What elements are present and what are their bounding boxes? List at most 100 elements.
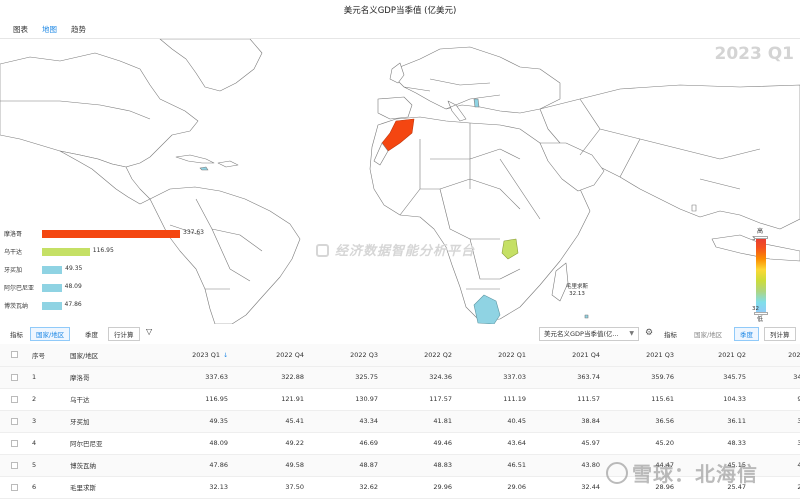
gear-icon[interactable]: ⚙ xyxy=(645,328,653,338)
cell-value: 46.69 xyxy=(308,432,382,455)
cell-value: 32.62 xyxy=(308,476,382,499)
row-checkbox[interactable] xyxy=(10,395,18,403)
row-select-cell[interactable] xyxy=(0,432,28,455)
table-row[interactable]: 4 阿尔巴尼亚 48.09 49.22 46.69 49.46 43.64 45.97 45.2… xyxy=(0,432,800,455)
col-header-2023q1[interactable]: 2023 Q1 ↓ xyxy=(156,344,232,367)
ranking-bar-label: 牙买加 xyxy=(4,267,23,274)
legend-max-handle[interactable] xyxy=(754,236,768,239)
ranking-bar-label: 博茨瓦纳 xyxy=(4,303,29,310)
cell-value: 363.74 xyxy=(530,366,604,389)
indicator-button[interactable]: 指标 xyxy=(4,327,29,341)
cell-value: 324.36 xyxy=(382,366,456,389)
cell-value: 48.33 xyxy=(678,432,750,455)
indicator-select-value: 美元名义GDP当季值(亿... xyxy=(544,330,619,338)
ranking-bar-label: 阿尔巴尼亚 xyxy=(4,285,35,292)
indicator-right-button[interactable]: 指标 xyxy=(658,327,683,341)
row-select-cell[interactable] xyxy=(0,454,28,477)
ranking-bar-fill xyxy=(42,266,63,274)
row-checkbox[interactable] xyxy=(10,439,18,447)
ranking-bar-fill xyxy=(42,230,180,238)
cell-value: 345.75 xyxy=(678,366,750,389)
cell-value: 37.50 xyxy=(232,476,308,499)
cell-value: 115.61 xyxy=(604,388,678,411)
cell-value: 29.96 xyxy=(382,476,456,499)
cell-value: 32.13 xyxy=(156,476,232,499)
quarter-right-button[interactable]: 季度 xyxy=(734,327,759,341)
cell-value: 117.57 xyxy=(382,388,456,411)
cell-value: 116.95 xyxy=(156,388,232,411)
ranking-bar-label: 乌干达 xyxy=(4,249,23,256)
ranking-bar[interactable]: 乌干达 116.95 xyxy=(4,246,234,258)
row-checkbox[interactable] xyxy=(10,461,18,469)
filter-icon[interactable]: ▽ xyxy=(146,327,152,336)
row-checkbox[interactable] xyxy=(10,417,18,425)
legend-high-label: 高 xyxy=(757,228,764,235)
logo-icon xyxy=(316,244,329,257)
cell-value: 48.87 xyxy=(308,454,382,477)
ranking-bar[interactable]: 牙买加 49.35 xyxy=(4,264,234,276)
mauritius-map-label: 毛里求斯 32.13 xyxy=(566,284,588,298)
ranking-bar[interactable]: 摩洛哥 337.63 xyxy=(4,228,234,240)
cell-value: 45.20 xyxy=(604,432,678,455)
cell-value: 46.51 xyxy=(456,454,530,477)
cell-value: 49.35 xyxy=(156,410,232,433)
col-header-country[interactable]: 国家/地区 xyxy=(66,344,156,367)
country-button[interactable]: 国家/地区 xyxy=(30,327,71,341)
iberia xyxy=(377,96,413,120)
col-header-2021q1[interactable]: 2021 Q1 xyxy=(750,344,800,367)
ranking-bar[interactable]: 阿尔巴尼亚 48.09 xyxy=(4,282,234,294)
col-header-2021q4[interactable]: 2021 Q4 xyxy=(530,344,604,367)
legend-min-value: 32 xyxy=(752,306,759,312)
col-calc-button[interactable]: 列计算 xyxy=(764,327,796,341)
row-checkbox[interactable] xyxy=(10,373,18,381)
cell-value: 130.97 xyxy=(308,388,382,411)
row-select-cell[interactable] xyxy=(0,366,28,389)
table-header-row: 序号 国家/地区 2023 Q1 ↓ 2022 Q4 2022 Q3 2022 Q… xyxy=(0,344,800,367)
col-header-2021q3[interactable]: 2021 Q3 xyxy=(604,344,678,367)
row-select-cell[interactable] xyxy=(0,410,28,433)
sri-lanka xyxy=(691,204,697,212)
ranking-bar[interactable]: 博茨瓦纳 47.86 xyxy=(4,300,234,312)
map-period-label: 2023 Q1 xyxy=(714,44,794,64)
table-row[interactable]: 1 摩洛哥 337.63 322.88 325.75 324.36 337.03 363.74… xyxy=(0,366,800,389)
row-checkbox[interactable] xyxy=(10,483,18,491)
cell-index: 6 xyxy=(28,476,66,499)
cell-value: 111.19 xyxy=(456,388,530,411)
cell-value: 43.80 xyxy=(530,454,604,477)
quarter-button[interactable]: 季度 xyxy=(79,327,104,341)
color-scale-legend[interactable]: 高 338 32 低 xyxy=(752,226,770,323)
sort-desc-icon[interactable]: ↓ xyxy=(223,352,228,359)
mauritius-name: 毛里求斯 xyxy=(566,284,589,290)
legend-gradient xyxy=(756,237,766,313)
country-right-button[interactable]: 国家/地区 xyxy=(688,327,728,341)
ranking-bar-value: 49.35 xyxy=(65,265,83,272)
row-calc-button[interactable]: 行计算 xyxy=(108,327,140,341)
col-header-2022q3[interactable]: 2022 Q3 xyxy=(308,344,382,367)
cell-country: 毛里求斯 xyxy=(66,476,156,499)
table-row[interactable]: 2 乌干达 116.95 121.91 130.97 117.57 111.19 111.57… xyxy=(0,388,800,411)
ranking-bar-value: 48.09 xyxy=(64,283,82,290)
col-header-2021q2[interactable]: 2021 Q2 xyxy=(678,344,750,367)
col-header-index[interactable]: 序号 xyxy=(28,344,66,367)
col-header-2022q4[interactable]: 2022 Q4 xyxy=(232,344,308,367)
cell-value: 47.86 xyxy=(156,454,232,477)
cell-value: 43.34 xyxy=(308,410,382,433)
cell-index: 2 xyxy=(28,388,66,411)
cell-value: 32.44 xyxy=(530,476,604,499)
table-row[interactable]: 3 牙买加 49.35 45.41 43.34 41.81 40.45 38.84 36.56 3… xyxy=(0,410,800,433)
cell-value: 34.98 xyxy=(750,410,800,433)
cell-country: 博茨瓦纳 xyxy=(66,454,156,477)
platform-watermark: 经济数据智能分析平台 xyxy=(316,240,475,259)
col-header-2022q1[interactable]: 2022 Q1 xyxy=(456,344,530,367)
cell-value: 359.76 xyxy=(604,366,678,389)
mauritius xyxy=(584,314,589,319)
cell-country: 摩洛哥 xyxy=(66,366,156,389)
indicator-select[interactable]: 美元名义GDP当季值(亿... ▼ xyxy=(539,327,639,341)
col-header-2022q2[interactable]: 2022 Q2 xyxy=(382,344,456,367)
select-all-checkbox[interactable] xyxy=(10,351,18,359)
cell-value: 337.03 xyxy=(456,366,530,389)
row-select-cell[interactable] xyxy=(0,388,28,411)
select-all-cell[interactable] xyxy=(0,344,28,367)
cell-country: 牙买加 xyxy=(66,410,156,433)
row-select-cell[interactable] xyxy=(0,476,28,499)
